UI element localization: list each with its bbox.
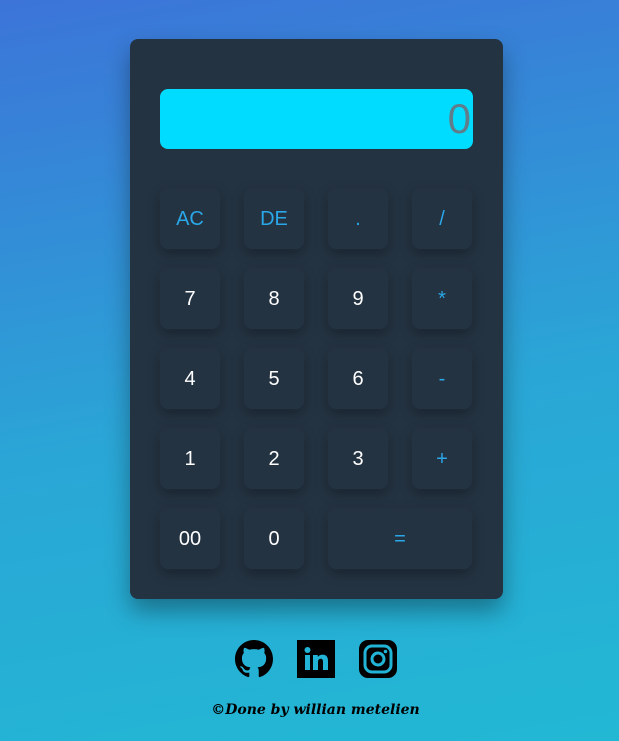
- footer-credit: ©Done by willian metelien: [211, 702, 420, 718]
- calculator-display: 0: [160, 89, 473, 149]
- calculator: 0 AC DE . / 7 8 9 * 4 5 6 - 1 2 3 + 00 0…: [130, 39, 503, 599]
- plus-button[interactable]: +: [412, 429, 472, 489]
- multiply-button[interactable]: *: [412, 269, 472, 329]
- social-links: [235, 640, 397, 678]
- minus-button[interactable]: -: [412, 349, 472, 409]
- digit-1-button[interactable]: 1: [160, 429, 220, 489]
- decimal-button[interactable]: .: [328, 189, 388, 249]
- all-clear-button[interactable]: AC: [160, 189, 220, 249]
- digit-8-button[interactable]: 8: [244, 269, 304, 329]
- instagram-icon[interactable]: [359, 640, 397, 678]
- digit-6-button[interactable]: 6: [328, 349, 388, 409]
- github-icon[interactable]: [235, 640, 273, 678]
- digit-9-button[interactable]: 9: [328, 269, 388, 329]
- double-zero-button[interactable]: 00: [160, 509, 220, 569]
- digit-7-button[interactable]: 7: [160, 269, 220, 329]
- divide-button[interactable]: /: [412, 189, 472, 249]
- digit-4-button[interactable]: 4: [160, 349, 220, 409]
- linkedin-icon[interactable]: [297, 640, 335, 678]
- digit-3-button[interactable]: 3: [328, 429, 388, 489]
- delete-button[interactable]: DE: [244, 189, 304, 249]
- digit-2-button[interactable]: 2: [244, 429, 304, 489]
- digit-5-button[interactable]: 5: [244, 349, 304, 409]
- equals-button[interactable]: =: [328, 509, 472, 569]
- digit-0-button[interactable]: 0: [244, 509, 304, 569]
